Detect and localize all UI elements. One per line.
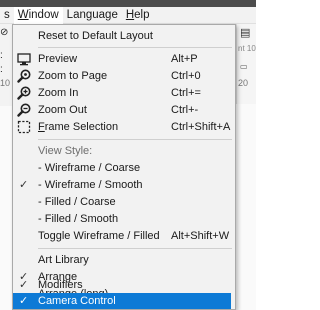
- menu-item-label: Reset to Default Layout: [38, 30, 153, 42]
- menu-item-modifiers[interactable]: ✓ Modifiers: [13, 277, 235, 293]
- menu-item-label: - Filled / Coarse: [38, 196, 116, 208]
- monitor-icon: [16, 51, 32, 67]
- menu-header-view-style: View Style:: [13, 143, 235, 159]
- menu-item-label-rest: rame Selection: [44, 121, 119, 133]
- menu-item-wireframe-coarse[interactable]: - Wireframe / Coarse: [13, 160, 235, 176]
- menu-item-filled-coarse[interactable]: - Filled / Coarse: [13, 194, 235, 210]
- menu-item-label: - Filled / Smooth: [38, 213, 119, 225]
- menu-item-shortcut: Alt+P: [171, 53, 198, 65]
- menu-separator: [38, 139, 232, 140]
- menu-item-shortcut: Ctrl+0: [171, 70, 201, 82]
- menu-item-label: Art Library: [38, 254, 89, 266]
- menu-item-shortcut: Ctrl+Shift+A: [171, 121, 231, 133]
- menu-item-zoom-to-page[interactable]: Zoom to Page Ctrl+0: [13, 68, 235, 84]
- menu-item-label: Zoom In: [38, 87, 79, 99]
- menubar-help[interactable]: Help: [122, 7, 154, 24]
- menu-item-frame-selection[interactable]: Frame Selection Ctrl+Shift+A: [13, 119, 235, 135]
- menubar-help-rest: elp: [134, 8, 150, 21]
- menu-item-shortcut: Ctrl+-: [171, 104, 199, 116]
- menu-item-label: Toggle Wireframe / Filled: [38, 230, 160, 242]
- menubar-window-rest: indow: [28, 8, 59, 21]
- menu-item-label: Preview: [38, 53, 78, 65]
- menu-item-label: Modifiers: [38, 279, 83, 291]
- menubar: s Window Language Help: [0, 6, 256, 24]
- menu-item-label: Zoom to Page: [38, 70, 108, 82]
- checkmark-icon: ✓: [19, 179, 29, 191]
- menu-item-shortcut: Alt+Shift+W: [171, 230, 230, 242]
- menu-item-mnemonic: F: [38, 121, 45, 133]
- menu-item-wireframe-smooth[interactable]: ✓ - Wireframe / Smooth: [13, 177, 235, 193]
- panel-mini-icon: ▭: [240, 62, 248, 71]
- zoom-out-icon: [16, 102, 32, 118]
- menubar-language[interactable]: Language: [63, 7, 122, 24]
- menu-item-label: Camera Control: [38, 295, 116, 307]
- window-menu-dropdown: Reset to Default Layout Preview Alt+P Zo…: [12, 24, 236, 310]
- menu-separator: [38, 248, 232, 249]
- zoom-icon: [16, 68, 32, 84]
- menu-item-filled-smooth[interactable]: - Filled / Smooth: [13, 211, 235, 227]
- menu-item-zoom-out[interactable]: Zoom Out Ctrl+-: [13, 102, 235, 118]
- checkmark-icon: ✓: [19, 279, 29, 291]
- toolbar-dot-icon: :: [0, 50, 3, 61]
- menubar-partial-item[interactable]: s: [0, 7, 14, 24]
- menu-item-art-library[interactable]: Art Library: [13, 252, 235, 268]
- menubar-help-mnemonic: H: [125, 8, 135, 21]
- toolbar-dot-icon: :: [0, 64, 3, 75]
- menu-item-shortcut: Ctrl+=: [171, 87, 201, 99]
- menubar-window[interactable]: Window: [13, 6, 63, 24]
- menu-separator: [38, 47, 232, 48]
- ruler-number: 10: [0, 78, 11, 88]
- panel-icon[interactable]: ▤: [240, 26, 250, 39]
- menubar-window-mnemonic: W: [17, 8, 29, 21]
- panel-hint-text: nt 10: [238, 44, 256, 53]
- zoom-in-icon: [16, 85, 32, 101]
- menu-item-label: View Style:: [38, 145, 93, 157]
- menu-item-label: Frame Selection: [38, 119, 118, 135]
- toolbar-tool-icon[interactable]: ⊘: [0, 27, 12, 38]
- menu-item-label: - Wireframe / Coarse: [38, 162, 141, 174]
- menu-item-label: Zoom Out: [38, 104, 87, 116]
- menu-item-zoom-in[interactable]: Zoom In Ctrl+=: [13, 85, 235, 101]
- frame-selection-icon: [16, 119, 32, 135]
- menu-item-toggle-wireframe[interactable]: Toggle Wireframe / Filled Alt+Shift+W: [13, 228, 235, 244]
- menu-item-camera-control[interactable]: ✓ Camera Control: [13, 293, 231, 309]
- menu-item-reset-layout[interactable]: Reset to Default Layout: [13, 28, 235, 44]
- ruler-number-right: 20: [238, 78, 249, 88]
- menu-item-preview[interactable]: Preview Alt+P: [13, 51, 235, 67]
- menu-item-label: - Wireframe / Smooth: [38, 179, 143, 191]
- checkmark-icon: ✓: [19, 295, 29, 307]
